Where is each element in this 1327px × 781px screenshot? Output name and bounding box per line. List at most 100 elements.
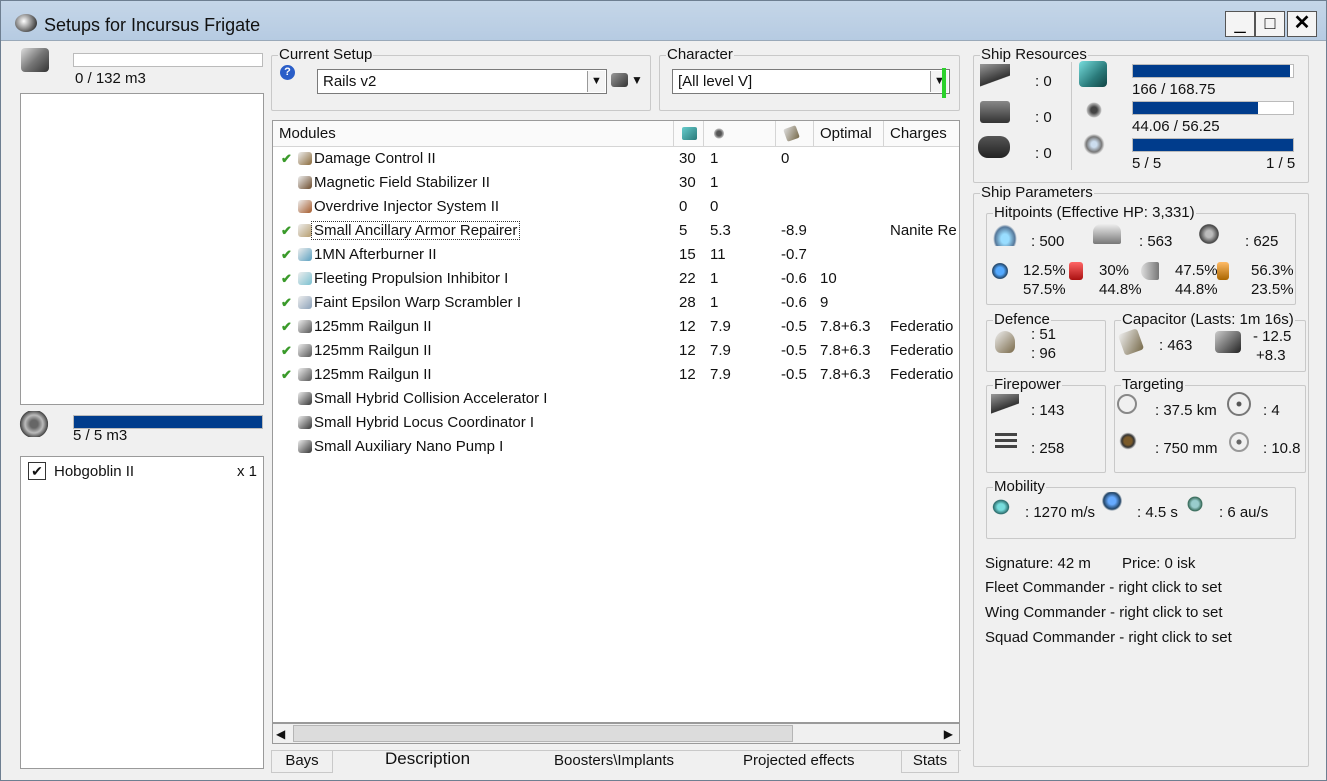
explosive-resist-icon: [1217, 262, 1229, 280]
module-online-check: ✔: [281, 271, 292, 286]
structure-icon: [1197, 222, 1221, 246]
header-capacitor[interactable]: [776, 121, 814, 147]
tab-projected-effects[interactable]: Projected effects: [743, 751, 854, 773]
module-name[interactable]: 125mm Railgun II: [314, 318, 432, 335]
modules-horizontal-scrollbar[interactable]: ◀ ▶: [272, 723, 960, 744]
module-icon: [298, 440, 312, 453]
launcher-hardpoint-icon: [980, 101, 1010, 123]
tab-boosters-implants[interactable]: Boosters\Implants: [554, 751, 674, 773]
chevron-down-icon[interactable]: ▼: [631, 73, 643, 87]
kinetic-resist-icon: [1141, 262, 1159, 280]
character-status-indicator: [942, 68, 946, 98]
velocity-value: : 1270 m/s: [1025, 504, 1096, 521]
table-row[interactable]: Small Hybrid Locus Coordinator I: [273, 411, 959, 435]
thermal-resist-bottom: 44.8%: [1099, 281, 1142, 298]
drone-list[interactable]: ✔ Hobgoblin II x 1: [20, 456, 264, 769]
drone-bandwidth-icon: [1083, 134, 1105, 160]
setups-window: Setups for Incursus Frigate _ □ ✕ 0 / 13…: [0, 0, 1327, 781]
mobility-label: Mobility: [993, 478, 1046, 496]
turret-dps-value: : 143: [1031, 402, 1065, 419]
help-icon[interactable]: ?: [280, 65, 295, 80]
ship-edit-icon[interactable]: [611, 73, 628, 87]
scrollbar-thumb[interactable]: [293, 725, 793, 742]
defence-top-value: : 51: [1031, 326, 1057, 343]
list-item[interactable]: ✔ Hobgoblin II x 1: [21, 457, 263, 485]
tab-bays[interactable]: Bays: [271, 751, 333, 773]
drone-bandwidth-bar: [1132, 138, 1294, 152]
maximize-button[interactable]: □: [1255, 11, 1285, 37]
module-name[interactable]: Damage Control II: [314, 150, 436, 167]
module-online-check: ✔: [281, 223, 292, 238]
module-name[interactable]: Magnetic Field Stabilizer II: [314, 174, 490, 191]
module-name[interactable]: Small Auxiliary Nano Pump I: [314, 438, 503, 455]
cpu-bar: [1132, 64, 1294, 78]
module-name[interactable]: 125mm Railgun II: [314, 366, 432, 383]
table-row[interactable]: Overdrive Injector System II 0 0: [273, 195, 959, 219]
resources-divider: [1071, 62, 1072, 170]
cargo-capacity-bar: [73, 53, 263, 67]
header-powergrid[interactable]: [704, 121, 776, 147]
current-setup-group: Current Setup ? Rails v2 ▼ ▼: [271, 46, 651, 111]
module-name[interactable]: Overdrive Injector System II: [314, 198, 499, 215]
module-name[interactable]: Small Ancillary Armor Repairer: [310, 221, 521, 240]
module-icon: [298, 320, 312, 333]
module-online-check: ✔: [281, 295, 292, 310]
setup-select[interactable]: Rails v2 ▼: [317, 69, 607, 94]
capacitor-icon: [1117, 328, 1145, 356]
module-powergrid: 7.9: [710, 366, 731, 383]
tab-description[interactable]: Description: [385, 749, 470, 771]
close-button[interactable]: ✕: [1287, 11, 1317, 37]
scroll-left-arrow-icon[interactable]: ◀: [276, 727, 285, 741]
armor-icon: [1093, 224, 1121, 244]
module-icon: [298, 176, 312, 189]
module-name[interactable]: Fleeting Propulsion Inhibitor I: [314, 270, 508, 287]
module-name[interactable]: Faint Epsilon Warp Scrambler I: [314, 294, 521, 311]
window-title: Setups for Incursus Frigate: [44, 15, 261, 35]
targeting-label: Targeting: [1121, 376, 1185, 394]
table-row[interactable]: ✔ 1MN Afterburner II 15 11 -0.7: [273, 243, 959, 267]
header-optimal[interactable]: Optimal: [814, 121, 884, 147]
modules-table[interactable]: Modules Optimal Charges ✔ Damage Control …: [272, 120, 960, 723]
em-resist-bottom: 57.5%: [1023, 281, 1066, 298]
drone-bandwidth-value: 5 / 5: [1132, 155, 1162, 172]
targeting-group: Targeting : 37.5 km : 4 : 750 mm : 10.8: [1114, 376, 1306, 473]
module-cpu: 12: [679, 366, 696, 383]
fleet-commander-text[interactable]: Fleet Commander - right click to set: [985, 579, 1222, 596]
wing-commander-text[interactable]: Wing Commander - right click to set: [985, 604, 1223, 621]
module-cpu: 12: [679, 318, 696, 335]
table-row[interactable]: ✔ 125mm Railgun II 12 7.9 -0.5 7.8+6.3 Federat…: [273, 339, 959, 363]
chevron-down-icon[interactable]: ▼: [587, 71, 605, 92]
header-cpu[interactable]: [674, 121, 704, 147]
title-bar[interactable]: Setups for Incursus Frigate _ □ ✕: [1, 1, 1326, 41]
table-row[interactable]: Magnetic Field Stabilizer II 30 1: [273, 171, 959, 195]
tab-stats[interactable]: Stats: [901, 751, 959, 773]
defence-group: Defence : 51 : 96: [986, 311, 1106, 372]
scroll-right-arrow-icon[interactable]: ▶: [944, 727, 953, 741]
header-modules[interactable]: Modules: [273, 121, 674, 147]
table-row[interactable]: ✔ 125mm Railgun II 12 7.9 -0.5 7.8+6.3 Federat…: [273, 315, 959, 339]
squad-commander-text[interactable]: Squad Commander - right click to set: [985, 629, 1232, 646]
table-row[interactable]: ✔ 125mm Railgun II 12 7.9 -0.5 7.8+6.3 Federat…: [273, 363, 959, 387]
character-select-value: [All level V]: [678, 73, 753, 90]
module-charge: Federatio: [890, 318, 954, 335]
module-name[interactable]: 1MN Afterburner II: [314, 246, 437, 263]
character-select[interactable]: [All level V] ▼: [672, 69, 950, 94]
table-row[interactable]: ✔ Damage Control II 30 1 0: [273, 147, 959, 171]
table-row[interactable]: ✔ Faint Epsilon Warp Scrambler I 28 1 -0.6 9: [273, 291, 959, 315]
minimize-button[interactable]: _: [1225, 11, 1255, 37]
current-setup-label: Current Setup: [278, 46, 374, 64]
cargo-list[interactable]: [20, 93, 264, 405]
launcher-hardpoints-value: : 0: [1035, 109, 1052, 126]
drone-checkbox[interactable]: ✔: [28, 462, 46, 480]
table-row[interactable]: ✔ Small Ancillary Armor Repairer 5 5.3 -8.9 N…: [273, 219, 959, 243]
header-charges[interactable]: Charges: [884, 121, 959, 147]
module-icon: [298, 248, 312, 261]
module-name[interactable]: Small Hybrid Locus Coordinator I: [314, 414, 534, 431]
module-name[interactable]: 125mm Railgun II: [314, 342, 432, 359]
table-row[interactable]: ✔ Fleeting Propulsion Inhibitor I 22 1 -0.6 1…: [273, 267, 959, 291]
max-targets-icon: [1227, 392, 1251, 416]
module-name[interactable]: Small Hybrid Collision Accelerator I: [314, 390, 547, 407]
structure-hp-value: : 625: [1245, 233, 1279, 250]
table-row[interactable]: Small Auxiliary Nano Pump I: [273, 435, 959, 459]
table-row[interactable]: Small Hybrid Collision Accelerator I: [273, 387, 959, 411]
